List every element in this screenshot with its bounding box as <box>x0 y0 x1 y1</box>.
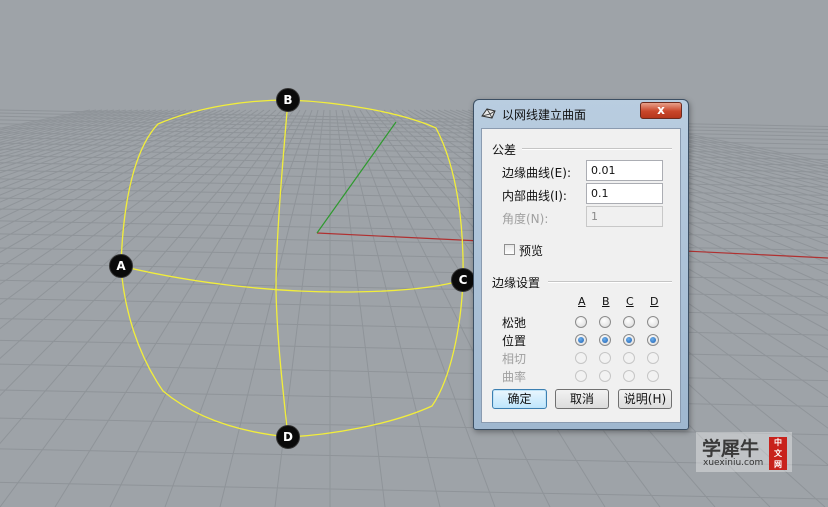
surface-from-network-icon <box>481 108 496 119</box>
grid-line <box>54 109 301 507</box>
edge-row-label: 曲率 <box>502 370 527 384</box>
edge-radio-c <box>623 370 635 382</box>
edge-settings-group-label: 边缘设置 <box>492 276 541 290</box>
grid-line <box>0 109 115 137</box>
cancel-button[interactable]: 取消 <box>555 389 609 409</box>
angle-label: 角度(N): <box>502 212 549 226</box>
watermark-url: xuexiniu.com <box>703 458 764 468</box>
grid-line <box>0 109 229 220</box>
dialog-client-area: 公差 边缘曲线(E): 0.01 内部曲线(I): 0.1 角度(N): 1 预… <box>481 128 681 423</box>
edge-radio-a <box>575 370 587 382</box>
edge-curve-da <box>120 265 289 438</box>
edge-curves-input[interactable]: 0.01 <box>586 160 663 181</box>
column-header-c: C <box>626 295 634 308</box>
grid-line <box>0 109 133 143</box>
grid-line <box>341 109 441 507</box>
help-button[interactable]: 说明(H) <box>618 389 672 409</box>
grid-line <box>0 481 828 500</box>
edge-radio-d[interactable] <box>647 334 659 346</box>
edge-radio-d[interactable] <box>647 316 659 328</box>
grid-line <box>0 318 828 336</box>
edge-radio-d <box>647 370 659 382</box>
grid-line <box>0 123 828 141</box>
grid-line <box>0 109 175 165</box>
watermark-badge: 中 文 网 <box>769 437 787 470</box>
interior-curves-input[interactable]: 0.1 <box>586 183 663 204</box>
curve-marker-c: C <box>451 268 475 292</box>
dialog-title: 以网线建立曲面 <box>502 108 587 122</box>
ok-button[interactable]: 确定 <box>492 389 547 409</box>
grid-line <box>0 339 828 358</box>
curve-marker-b: B <box>276 88 300 112</box>
close-button[interactable]: x <box>640 102 682 119</box>
network-surface-dialog: 以网线建立曲面 x 公差 边缘曲线(E): 0.01 内部曲线(I): 0.1 … <box>473 99 689 430</box>
grid-line <box>0 233 828 251</box>
grid-line <box>0 109 187 174</box>
grid-line <box>0 298 828 316</box>
edge-row-label: 相切 <box>502 352 527 366</box>
grid-line <box>0 109 295 507</box>
dialog-titlebar[interactable]: 以网线建立曲面 x <box>474 100 688 126</box>
edge-radio-a[interactable] <box>575 316 587 328</box>
grid-line <box>0 109 271 330</box>
grid-line <box>0 363 828 382</box>
edge-curves-label: 边缘曲线(E): <box>502 166 571 180</box>
edge-radio-a <box>575 352 587 364</box>
grid-line <box>0 109 283 397</box>
edge-radio-a[interactable] <box>575 334 587 346</box>
network-curves[interactable] <box>120 99 464 438</box>
site-watermark: 学犀牛 xuexiniu.com 中 文 网 <box>696 432 792 472</box>
column-header-a: A <box>578 295 586 308</box>
preview-label[interactable]: 预览 <box>519 242 543 259</box>
grid-line <box>0 109 199 184</box>
watermark-badge-char: 中 <box>774 438 782 447</box>
grid-line <box>0 109 211 196</box>
edge-radio-b[interactable] <box>599 334 611 346</box>
close-icon: x <box>657 103 665 117</box>
curve-marker-d: D <box>276 425 300 449</box>
edge-row-label: 松弛 <box>502 316 527 330</box>
edge-radio-b <box>599 352 611 364</box>
watermark-badge-char: 文 <box>774 449 782 458</box>
grid-line <box>0 109 97 131</box>
column-header-b: B <box>602 295 610 308</box>
edge-radio-c[interactable] <box>623 316 635 328</box>
grid-line <box>0 109 253 268</box>
grid-line <box>219 109 319 507</box>
watermark-logo-text: 学犀牛 <box>702 438 760 460</box>
grid-line <box>0 187 828 206</box>
group-divider <box>522 148 672 150</box>
angle-input: 1 <box>586 206 663 227</box>
grid-line <box>0 109 265 306</box>
edge-radio-c <box>623 352 635 364</box>
edge-radio-c[interactable] <box>623 334 635 346</box>
column-header-d: D <box>650 295 659 308</box>
edge-row-label: 位置 <box>502 334 527 348</box>
grid-line <box>0 109 223 211</box>
preview-checkbox[interactable] <box>504 244 515 255</box>
tolerance-group-label: 公差 <box>492 143 517 157</box>
curve-marker-a: A <box>109 254 133 278</box>
interior-curves-label: 内部曲线(I): <box>502 189 567 203</box>
watermark-badge-char: 网 <box>774 460 782 469</box>
edge-radio-b[interactable] <box>599 316 611 328</box>
group-divider <box>548 281 672 283</box>
edge-curve-cd <box>287 279 464 438</box>
edge-radio-d <box>647 352 659 364</box>
edge-radio-b <box>599 370 611 382</box>
grid-line <box>0 109 193 179</box>
